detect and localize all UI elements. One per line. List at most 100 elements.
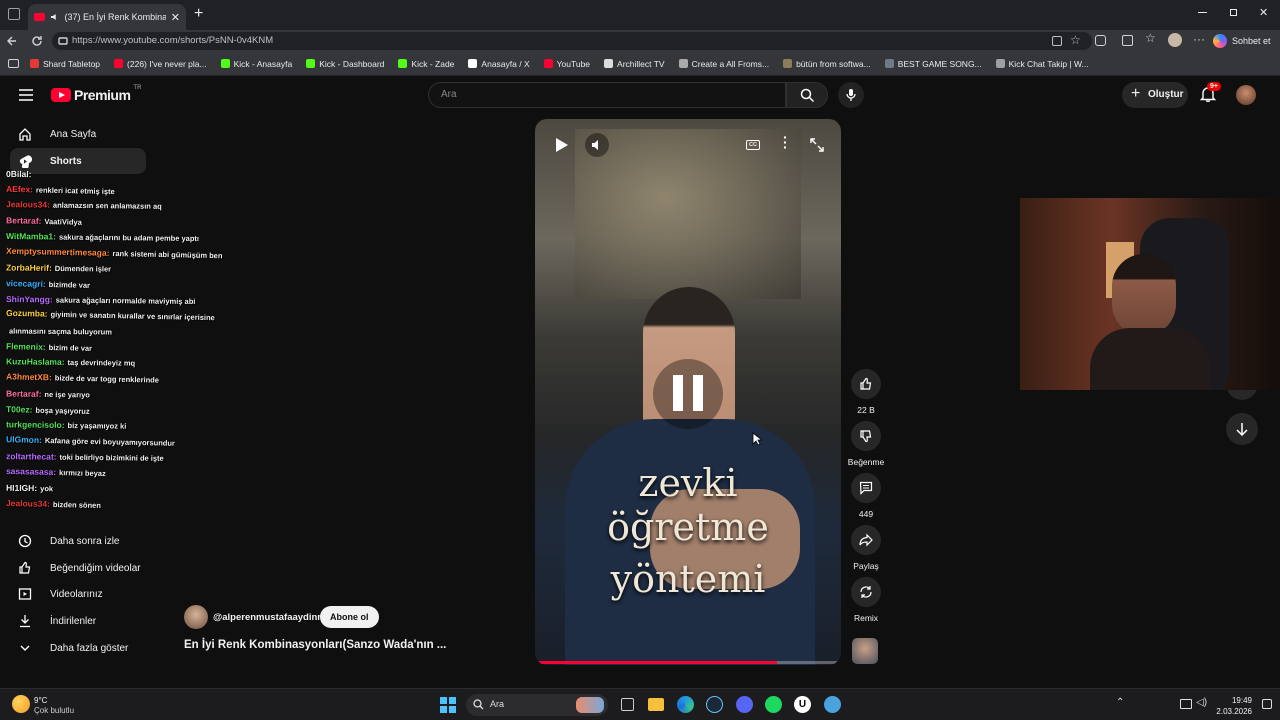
channel-name[interactable]: @alperenmustafaaydinn [213, 612, 323, 623]
restore-icon[interactable] [1230, 9, 1237, 16]
like-button[interactable]: 22 B [850, 369, 882, 415]
file-explorer-icon[interactable] [648, 698, 664, 711]
task-view-icon[interactable] [621, 698, 634, 711]
app-icon[interactable] [824, 696, 841, 713]
browser-tab[interactable]: (37) En İyi Renk Kombinasyon ✕ [28, 4, 186, 30]
share-button[interactable]: Paylaş [850, 525, 882, 571]
sidebar-item-downloads[interactable]: İndirilenler [10, 608, 146, 634]
speaker-icon[interactable] [50, 12, 60, 22]
chat-text: Kafana göre evi boyuyamıyorsundur [44, 435, 176, 448]
favorites-icon[interactable]: ☆ [1145, 31, 1156, 45]
close-window-icon[interactable]: ✕ [1259, 6, 1268, 19]
clock-time[interactable]: 19:49 [1230, 696, 1252, 705]
sidebar-item-watch-later[interactable]: Daha sonra izle [10, 528, 146, 554]
bookmark-favicon-icon [220, 59, 230, 68]
bookmark-item[interactable]: bütün from softwa... [783, 59, 871, 69]
background-map-painting [575, 129, 801, 299]
taskbar-search-box[interactable]: Ara [466, 694, 608, 716]
close-tab-icon[interactable]: ✕ [171, 11, 180, 24]
search-input[interactable]: Ara [428, 82, 786, 108]
channel-avatar[interactable] [184, 605, 208, 629]
start-button[interactable] [440, 697, 456, 713]
site-info-icon[interactable] [58, 36, 68, 46]
bookmark-item[interactable]: Anasayfa / X [468, 59, 530, 69]
bookmark-item[interactable]: Shard Tabletop [30, 59, 100, 69]
chat-text: sakura ağaçlarını bu adam pembe yaptı [58, 232, 200, 243]
reload-icon[interactable] [31, 35, 43, 47]
bookmark-favicon-icon [114, 59, 124, 68]
new-tab-icon[interactable]: + [194, 5, 203, 23]
steam-icon[interactable] [706, 696, 723, 713]
chat-message: zoltarthecat: toki belirliyo bizimkini de… [6, 451, 164, 463]
back-icon[interactable] [6, 35, 18, 47]
split-screen-icon[interactable] [1122, 35, 1133, 46]
notification-center-icon[interactable] [1262, 699, 1272, 709]
sidebar-item-show-more[interactable]: Daha fazla göster [10, 635, 146, 661]
spotify-icon[interactable] [765, 696, 782, 713]
comments-button[interactable]: 449 [850, 473, 882, 519]
chat-message: Jealous34: bizden sönen [6, 498, 101, 510]
remix-button[interactable]: Remix [850, 577, 882, 623]
discord-icon[interactable] [736, 696, 753, 713]
sidebar-item-liked-videos[interactable]: Beğendiğim videolar [10, 555, 146, 581]
chat-message: WitMamba1: sakura ağaçlarını bu adam pemb… [6, 231, 200, 243]
account-avatar[interactable] [1236, 85, 1256, 105]
network-icon[interactable] [1180, 699, 1192, 709]
dislike-button[interactable]: Beğenme [845, 421, 887, 467]
download-icon [20, 615, 30, 628]
extensions-icon[interactable] [1095, 35, 1106, 46]
audio-source-thumbnail[interactable] [852, 638, 878, 664]
bookmark-item[interactable]: Kick - Zade [398, 59, 454, 69]
bookmark-item[interactable]: (226) I've never pla... [114, 59, 207, 69]
bookmark-item[interactable]: BEST GAME SONG... [884, 59, 982, 69]
pause-icon [673, 375, 703, 411]
tab-search-icon[interactable] [8, 59, 19, 68]
chat-message: vicecagri: bizimde var [6, 278, 90, 290]
play-icon[interactable] [555, 137, 569, 153]
weather-icon[interactable] [12, 695, 30, 713]
pause-overlay-button[interactable] [653, 359, 723, 429]
comment-count: 449 [858, 509, 874, 519]
captions-icon[interactable]: CC [746, 140, 760, 150]
notifications-button[interactable]: 9+ [1199, 82, 1221, 104]
progress-bar-track[interactable] [539, 661, 837, 664]
bookmark-favicon-icon [306, 59, 316, 68]
tray-overflow-icon[interactable]: ⌃ [1116, 697, 1124, 708]
volume-button[interactable] [585, 133, 609, 157]
create-button[interactable]: + Oluştur [1122, 82, 1188, 108]
search-button[interactable] [786, 82, 828, 108]
more-menu-icon[interactable]: ··· [1193, 32, 1205, 46]
voice-search-button[interactable] [838, 82, 864, 108]
chat-text: alınmasını saçma buluyorum [8, 326, 112, 337]
youtube-premium-logo[interactable]: Premium TR [51, 85, 141, 103]
hamburger-menu-icon[interactable] [18, 88, 34, 102]
edge-icon[interactable] [677, 696, 694, 713]
volume-icon[interactable]: ◁) [1196, 697, 1207, 708]
bookmark-item[interactable]: Kick Chat Takip | W... [995, 59, 1089, 69]
reader-view-icon[interactable] [1052, 36, 1062, 46]
bookmark-item[interactable]: Kick - Anasayfa [220, 59, 292, 69]
address-bar[interactable]: https://www.youtube.com/shorts/PsNN-0v4K… [52, 32, 1092, 50]
fullscreen-icon[interactable] [810, 138, 824, 152]
unreal-engine-icon[interactable]: U [794, 696, 811, 713]
tab-actions-icon[interactable] [8, 8, 20, 20]
copilot-button[interactable]: Sohbet et [1213, 32, 1271, 49]
minimize-icon[interactable] [1198, 12, 1207, 13]
shorts-video-player[interactable]: CC · · · zevki öğretme yöntemi [535, 119, 841, 665]
bookmark-item[interactable]: YouTube [543, 59, 590, 69]
favorite-star-icon[interactable]: ☆ [1070, 33, 1081, 47]
bookmark-item[interactable]: Archillect TV [604, 59, 665, 69]
chat-username: UlGmon: [5, 434, 43, 445]
clock-date[interactable]: 2.03.2026 [1216, 707, 1252, 716]
video-title[interactable]: En İyi Renk Kombinasyonları(Sanzo Wada'n… [184, 639, 446, 651]
bookmark-item[interactable]: Kick - Dashboard [306, 59, 384, 69]
microphone-icon [846, 89, 856, 101]
profile-avatar[interactable] [1168, 33, 1182, 47]
next-short-button[interactable] [1226, 413, 1258, 445]
subscribe-button[interactable]: Abone ol [320, 606, 379, 628]
sidebar-item-your-videos[interactable]: Videolarınız [10, 581, 146, 607]
sidebar-item-home[interactable]: Ana Sayfa [10, 121, 146, 147]
bookmark-label: bütün from softwa... [796, 58, 871, 69]
more-options-icon[interactable]: · · · [783, 130, 788, 154]
bookmark-item[interactable]: Create a All Froms... [678, 59, 769, 69]
